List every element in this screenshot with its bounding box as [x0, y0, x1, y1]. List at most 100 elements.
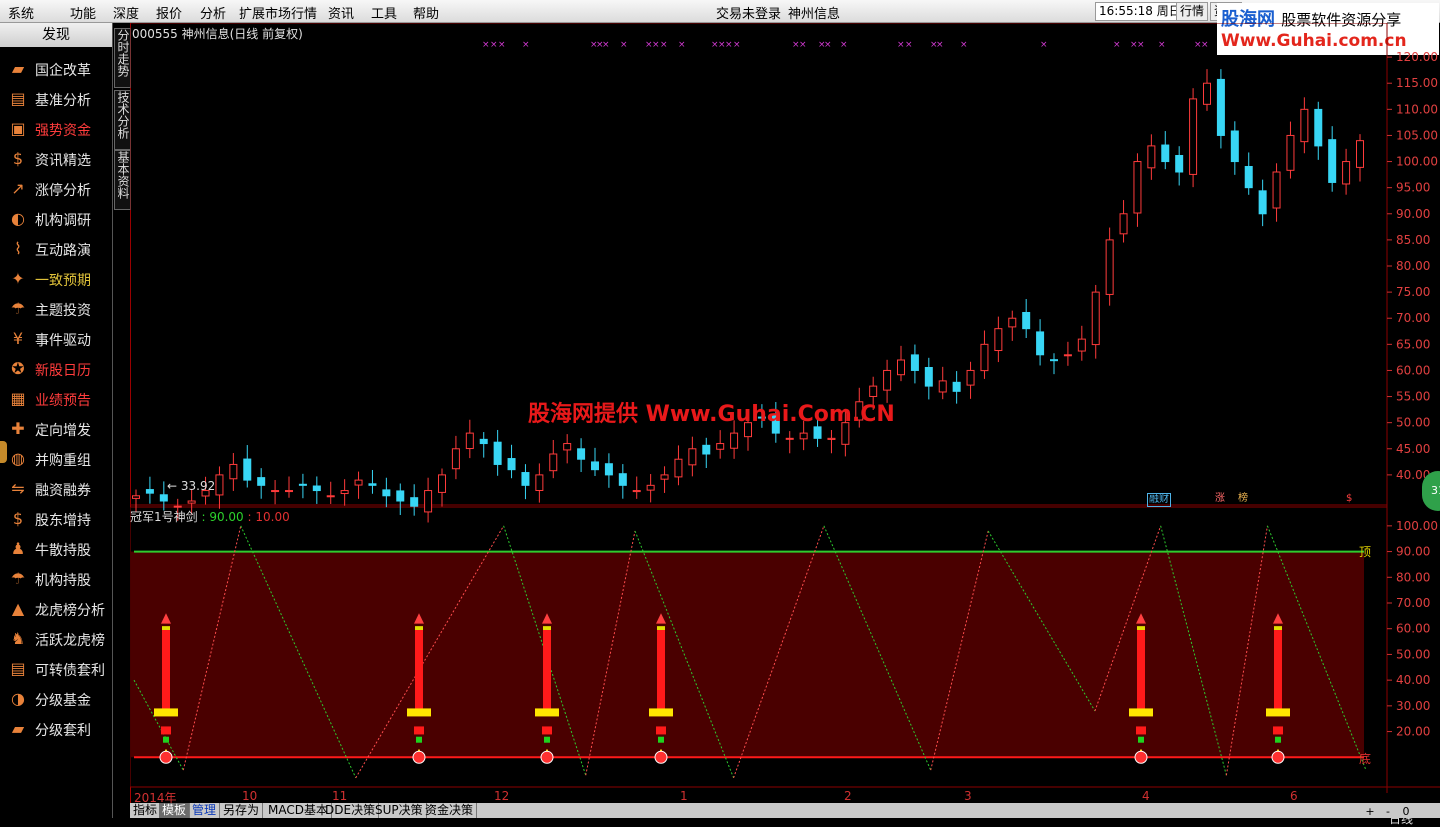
candle-body [187, 500, 196, 504]
badge-margin[interactable]: 融财 [1147, 493, 1171, 507]
sidebar-item-12[interactable]: ✚ 定向增发 [0, 415, 112, 443]
badge-dragon-list[interactable]: 榜 [1237, 493, 1249, 505]
sidebar-item-16[interactable]: ♟ 牛散持股 [0, 535, 112, 563]
candle-body [1119, 213, 1128, 235]
sidebar-item-label: 资讯精选 [35, 153, 91, 169]
candle-body [1328, 139, 1337, 183]
menu-analysis[interactable]: 分析 [200, 3, 226, 22]
candle-body [465, 432, 474, 450]
sidebar-item-label: 主题投资 [35, 303, 91, 319]
sidebar-item-4[interactable]: ↗ 涨停分析 [0, 175, 112, 203]
signal-cap [1137, 626, 1145, 631]
zoom-in-button[interactable]: + [1363, 805, 1377, 818]
menu-extended-market[interactable]: 扩展市场行情 [239, 3, 317, 22]
signal-pillar [162, 630, 170, 714]
badge-dollar[interactable]: $ [1345, 493, 1353, 505]
sidebar-item-10[interactable]: ✪ 新股日历 [0, 355, 112, 383]
sidebar-item-21[interactable]: ◑ 分级基金 [0, 685, 112, 713]
sidebar-item-icon: $ [12, 509, 24, 528]
candle-body [1147, 145, 1156, 169]
sidebar-item-9[interactable]: ¥ 事件驱动 [0, 325, 112, 353]
indicator-top-label: 顶 [1359, 545, 1372, 559]
menu-function[interactable]: 功能 [70, 3, 96, 22]
main-chart-frame [130, 23, 1388, 506]
btab-fund[interactable]: 资金决策 [422, 803, 478, 818]
signal-marker: × [1040, 40, 1048, 50]
sidebar-item-icon: ▰ [11, 59, 25, 78]
candle-body [785, 437, 794, 440]
sidebar-item-22[interactable]: ▰ 分级套利 [0, 715, 112, 743]
sidebar-item-0[interactable]: ▰ 国企改革 [0, 55, 112, 83]
zoom-out-button[interactable]: - [1381, 805, 1395, 818]
x-axis-date-label: 12 [494, 789, 510, 803]
sidebar-item-label: 国企改革 [35, 63, 91, 79]
signal-marker: × [1137, 40, 1145, 50]
sidebar-item-20[interactable]: ▤ 可转债套利 [0, 655, 112, 683]
candle-body [1342, 161, 1351, 185]
candle-body [521, 472, 530, 486]
candle-body [952, 381, 961, 392]
sidebar-item-3[interactable]: $ 资讯精选 [0, 145, 112, 173]
tab-fundamental[interactable]: 基本资料 [114, 150, 131, 210]
price-axis-label: 90.00 [1396, 207, 1430, 221]
price-axis-label: 45.00 [1396, 442, 1430, 456]
sidebar-item-7[interactable]: ✦ 一致预期 [0, 265, 112, 293]
zoom-reset-button[interactable]: 0 [1399, 805, 1413, 818]
sidebar-item-2[interactable]: ▣ 强势资金 [0, 115, 112, 143]
candle-body [924, 366, 933, 387]
indicator-bottom-label: 底 [1359, 752, 1372, 766]
candle-body [716, 443, 725, 450]
candle-body [966, 369, 975, 386]
sidebar-item-5[interactable]: ◐ 机构调研 [0, 205, 112, 233]
sidebar-item-icon: ✦ [11, 269, 25, 288]
menu-quote[interactable]: 报价 [156, 3, 182, 22]
badge-limit-up[interactable]: 涨 [1214, 493, 1226, 505]
sidebar-item-8[interactable]: ☂ 主题投资 [0, 295, 112, 323]
circle-badge[interactable]: 31 [1422, 471, 1440, 511]
sidebar-item-label: 机构调研 [35, 213, 91, 229]
sidebar-item-13[interactable]: ◍ 并购重组 [0, 445, 112, 473]
sidebar-item-6[interactable]: ⌇ 互动路演 [0, 235, 112, 263]
sidebar-title: 发现 [0, 23, 112, 47]
sidebar: 发现 ▰ 国企改革 ▤ 基准分析 ▣ 强势资金 $ 资讯精选 ↗ 涨停分析 ◐ 机构调研 ⌇ 互动路演 ✦ 一… [0, 23, 113, 818]
menu-bar: 系统 功能 深度 报价 分析 扩展市场行情 资讯 工具 帮助 交易未登录 神州信… [0, 0, 1440, 55]
signal-pillar [657, 630, 665, 714]
sidebar-item-17[interactable]: ☂ 机构持股 [0, 565, 112, 593]
sidebar-item-14[interactable]: ⇋ 融资融券 [0, 475, 112, 503]
menu-news[interactable]: 资讯 [328, 3, 354, 22]
btab-indicator[interactable]: 指标 [130, 803, 162, 818]
signal-dot-icon [1134, 750, 1148, 764]
tab-technical[interactable]: 技术分析 [114, 90, 131, 150]
price-axis-label: 100.00 [1396, 155, 1438, 169]
sidebar-item-18[interactable]: ▲ 龙虎榜分析 [0, 595, 112, 623]
sidebar-collapse-handle[interactable] [0, 441, 7, 463]
candle-body [271, 490, 280, 493]
x-axis-date-label: 2 [844, 789, 852, 803]
sidebar-item-label: 可转债套利 [35, 663, 105, 679]
btab-manage[interactable]: 管理 [189, 803, 221, 818]
sidebar-item-19[interactable]: ♞ 活跃龙虎榜 [0, 625, 112, 653]
menu-tools[interactable]: 工具 [371, 3, 397, 22]
btab-template[interactable]: 模板 [159, 803, 191, 818]
chart-area[interactable]: 40.00 45.00 50.00 55.00 60.00 65.00 70.00 75.00… [130, 23, 1440, 826]
btab-save-as[interactable]: 另存为 [220, 803, 264, 818]
tab-intraday[interactable]: 分时走势 [114, 28, 131, 88]
menu-depth[interactable]: 深度 [113, 3, 139, 22]
sidebar-item-label: 基准分析 [35, 93, 91, 109]
btab-sup[interactable]: SUP决策 [372, 803, 427, 818]
signal-marker: × [840, 40, 848, 50]
tab-quote[interactable]: 行情 [1176, 2, 1209, 21]
signal-marker: × [897, 40, 905, 50]
login-status[interactable]: 交易未登录 [716, 3, 781, 22]
sidebar-item-icon: ⇋ [11, 479, 25, 498]
menu-system[interactable]: 系统 [8, 3, 34, 22]
sidebar-item-15[interactable]: $ 股东增持 [0, 505, 112, 533]
btab-dde[interactable]: DDE决策 [322, 803, 380, 818]
signal-green-block [1138, 736, 1144, 743]
sidebar-item-11[interactable]: ▦ 业绩预告 [0, 385, 112, 413]
sidebar-item-1[interactable]: ▤ 基准分析 [0, 85, 112, 113]
candle-body [1133, 161, 1142, 214]
sidebar-item-icon: ◑ [11, 689, 25, 708]
price-axis-label: 70.00 [1396, 311, 1430, 325]
menu-help[interactable]: 帮助 [413, 3, 439, 22]
